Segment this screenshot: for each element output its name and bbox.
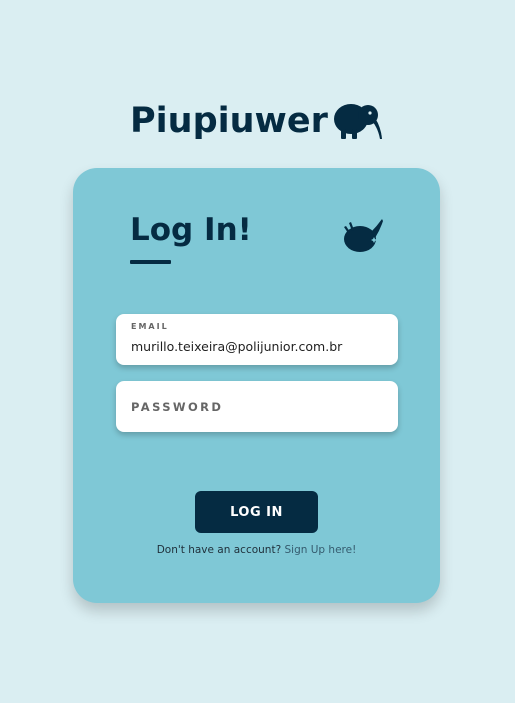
login-card: Log In! EMAIL murillo.teixeira@polijunio… (73, 168, 440, 603)
signup-link[interactable]: Sign Up here! (284, 544, 356, 556)
kiwi-bird-head-icon (344, 219, 383, 252)
password-placeholder: PASSWORD (131, 400, 224, 414)
password-field[interactable]: PASSWORD (116, 381, 398, 432)
signup-prompt-text: Don't have an account? (156, 544, 282, 556)
login-button[interactable]: LOG IN (195, 491, 318, 533)
title-underline (130, 260, 171, 264)
email-input-value[interactable]: murillo.teixeira@polijunior.com.br (131, 339, 386, 354)
app-title: Piupiuwer (130, 100, 328, 141)
brand-header: Piupiuwer (130, 97, 382, 145)
signup-prompt-line: Don't have an account? Sign Up here! (73, 544, 440, 556)
email-field[interactable]: EMAIL murillo.teixeira@polijunior.com.br (116, 314, 398, 365)
login-title: Log In! (130, 212, 252, 248)
kiwi-bird-icon (334, 104, 382, 139)
email-label: EMAIL (131, 322, 169, 331)
